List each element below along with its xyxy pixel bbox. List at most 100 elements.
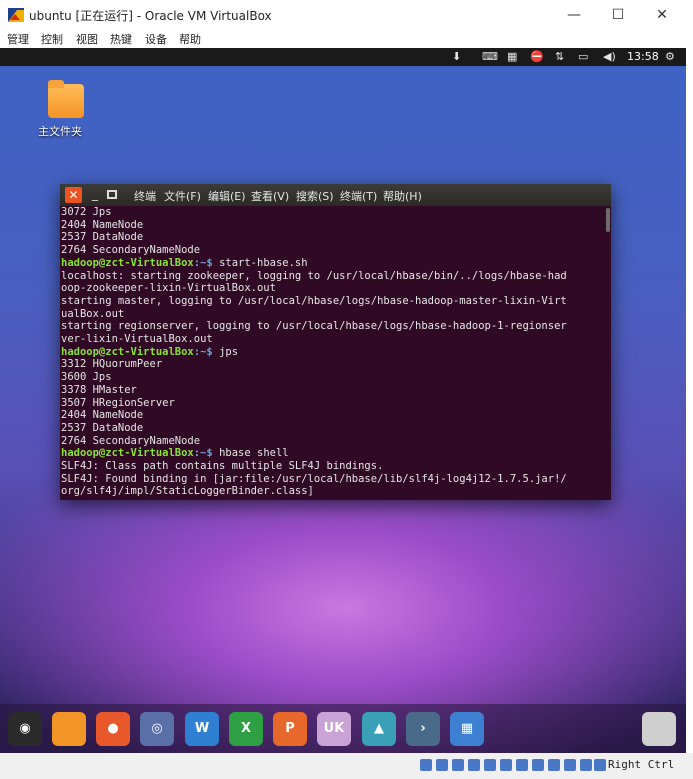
terminal-output-line: 3600 Jps [61, 371, 112, 384]
terminal-icon[interactable]: › [406, 712, 440, 746]
writer-icon[interactable]: W [185, 712, 219, 746]
files-icon[interactable] [52, 712, 86, 746]
menu-view[interactable]: 视图 [76, 31, 98, 47]
terminal-output-line: ualBox.out [61, 307, 125, 320]
home-folder-label[interactable]: 主文件夹 [38, 123, 82, 139]
dropbox-icon[interactable]: ⬇ [452, 50, 461, 63]
window-title: ubuntu [正在运行] - Oracle VM VirtualBox [29, 9, 272, 23]
terminal-title-bar: ✕ _ 终端 文件(F) 编辑(E) 查看(V) 搜索(S) 终端(T) 帮助(… [60, 184, 611, 206]
terminal-scrollbar[interactable] [606, 208, 610, 232]
system-update-icon[interactable]: ▲ [362, 712, 396, 746]
prompt-user: hadoop@zct-VirtualBox [61, 447, 194, 460]
home-folder-icon[interactable] [48, 80, 84, 118]
ubuntu-logo-icon[interactable]: ◉ [8, 712, 42, 746]
host-key-label: Right Ctrl [608, 758, 675, 771]
software-center-icon[interactable]: UK [317, 712, 351, 746]
guest-screen: ⬇ ⌨ ▦ ⛔ ⇅ ▭ ◀) 13:58 ⚙ 主文件夹 ✕ _ 终端 文件(F)… [0, 48, 686, 753]
ubuntu-top-panel: ⬇ ⌨ ▦ ⛔ ⇅ ▭ ◀) 13:58 ⚙ [0, 48, 686, 66]
terminal-output-line: SLF4J: Found binding in [jar:file:/usr/l… [61, 472, 567, 485]
close-icon[interactable]: ✕ [65, 187, 82, 203]
terminal-output-line: ver-lixin-VirtualBox.out [61, 333, 213, 346]
terminal-output-line: 3072 Jps [61, 206, 112, 218]
terminal-title: 终端 [134, 190, 156, 203]
prompt-path: :~$ [193, 256, 220, 269]
battery-icon[interactable]: ▭ [578, 50, 588, 63]
terminal-menu-file[interactable]: 文件(F) [164, 188, 201, 204]
calendar-icon[interactable]: ▦ [507, 50, 517, 63]
terminal-output-line: 3507 HRegionServer [61, 396, 175, 409]
cpu-icon[interactable] [548, 759, 560, 771]
volume-icon[interactable]: ◀) [603, 50, 616, 63]
impress-icon[interactable]: P [273, 712, 307, 746]
close-button[interactable]: ✕ [642, 4, 682, 26]
menu-help[interactable]: 帮助 [179, 31, 201, 47]
minimize-button[interactable]: — [554, 4, 594, 26]
terminal-output-line: SLF4J: Class path contains multiple SLF4… [61, 460, 384, 473]
menu-devices[interactable]: 设备 [145, 31, 167, 47]
launcher-dock: ◉ ● ◎ W X P UK ▲ › ▦ [0, 704, 686, 753]
host-menu-bar: 管理 控制 视图 热键 设备 帮助 [0, 30, 693, 48]
prompt-path: :~$ [193, 345, 220, 358]
keyboard-icon[interactable]: ⌨ [482, 50, 498, 63]
command-text: jps [219, 345, 239, 358]
mouse-integration-icon[interactable] [564, 759, 576, 771]
terminal-menu-edit[interactable]: 编辑(E) [208, 188, 246, 204]
audio-icon[interactable] [452, 759, 464, 771]
display-icon[interactable] [516, 759, 528, 771]
browser-icon[interactable]: ◎ [140, 712, 174, 746]
clock[interactable]: 13:58 [627, 50, 659, 63]
calc-icon[interactable]: X [229, 712, 263, 746]
terminal-output[interactable]: 3072 Jps 2404 NameNode 2537 DataNode 2764 S… [61, 206, 604, 496]
terminal-output-line: 2764 SecondaryNameNode [61, 434, 201, 447]
terminal-output-line: 2537 DataNode [61, 231, 144, 244]
terminal-output-line: oop-zookeeper-lixin-VirtualBox.out [61, 282, 276, 295]
terminal-command-line: hadoop@zct-VirtualBox:~$ hbase shell [61, 447, 604, 460]
terminal-output-line: 2764 SecondaryNameNode [61, 244, 201, 257]
hard-disk-icon[interactable] [420, 759, 432, 771]
terminal-menu-terminal[interactable]: 终端(T) [340, 188, 377, 204]
keyboard-capture-icon[interactable] [580, 759, 592, 771]
terminal-output-line: starting regionserver, logging to /usr/l… [61, 320, 567, 333]
prompt-user: hadoop@zct-VirtualBox [61, 256, 194, 269]
terminal-output-line: 3312 HQuorumPeer [61, 358, 163, 371]
optical-drive-icon[interactable] [436, 759, 448, 771]
title-bar: ubuntu [正在运行] - Oracle VM VirtualBox — ☐… [0, 0, 693, 30]
minimize-icon[interactable]: _ [87, 187, 103, 203]
host-status-bar: Right Ctrl [0, 753, 693, 779]
network-icon[interactable]: ⇅ [555, 50, 564, 63]
terminal-output-line: 2537 DataNode [61, 421, 144, 434]
firefox-icon[interactable]: ● [96, 712, 130, 746]
maximize-icon[interactable] [107, 190, 117, 199]
maximize-button[interactable]: ☐ [598, 4, 638, 26]
terminal-window[interactable]: ✕ _ 终端 文件(F) 编辑(E) 查看(V) 搜索(S) 终端(T) 帮助(… [60, 184, 611, 500]
terminal-menu-search[interactable]: 搜索(S) [296, 188, 334, 204]
command-text: hbase shell [219, 447, 289, 460]
prompt-path: :~$ [193, 447, 220, 460]
menu-hotkey[interactable]: 热键 [110, 31, 132, 47]
prompt-user: hadoop@zct-VirtualBox [61, 345, 194, 358]
usb-icon[interactable] [484, 759, 496, 771]
terminal-command-line: hadoop@zct-VirtualBox:~$ jps [61, 346, 604, 359]
terminal-output-line: 2404 NameNode [61, 218, 144, 231]
terminal-menu-help[interactable]: 帮助(H) [383, 188, 422, 204]
menu-control[interactable]: 控制 [41, 31, 63, 47]
trash-icon[interactable] [642, 712, 676, 746]
terminal-output-line: starting master, logging to /usr/local/h… [61, 294, 567, 307]
command-text: start-hbase.sh [219, 256, 308, 269]
virtualbox-icon [8, 8, 24, 22]
terminal-output-line: org/slf4j/impl/StaticLoggerBinder.class] [61, 485, 314, 496]
network-adapter-icon[interactable] [468, 759, 480, 771]
terminal-output-line: 2404 NameNode [61, 409, 144, 422]
menu-manage[interactable]: 管理 [7, 31, 29, 47]
terminal-menu-view[interactable]: 查看(V) [251, 188, 289, 204]
terminal-command-line: hadoop@zct-VirtualBox:~$ start-hbase.sh [61, 257, 604, 270]
terminal-output-line: 3378 HMaster [61, 383, 137, 396]
no-entry-icon[interactable]: ⛔ [530, 50, 544, 63]
shared-folder-icon[interactable] [500, 759, 512, 771]
gear-icon[interactable]: ⚙ [665, 50, 675, 63]
host-key-icon[interactable] [594, 759, 606, 771]
workspace-icon[interactable]: ▦ [450, 712, 484, 746]
virtualbox-window: ubuntu [正在运行] - Oracle VM VirtualBox — ☐… [0, 0, 693, 779]
video-capture-icon[interactable] [532, 759, 544, 771]
terminal-output-line: localhost: starting zookeeper, logging t… [61, 269, 567, 282]
